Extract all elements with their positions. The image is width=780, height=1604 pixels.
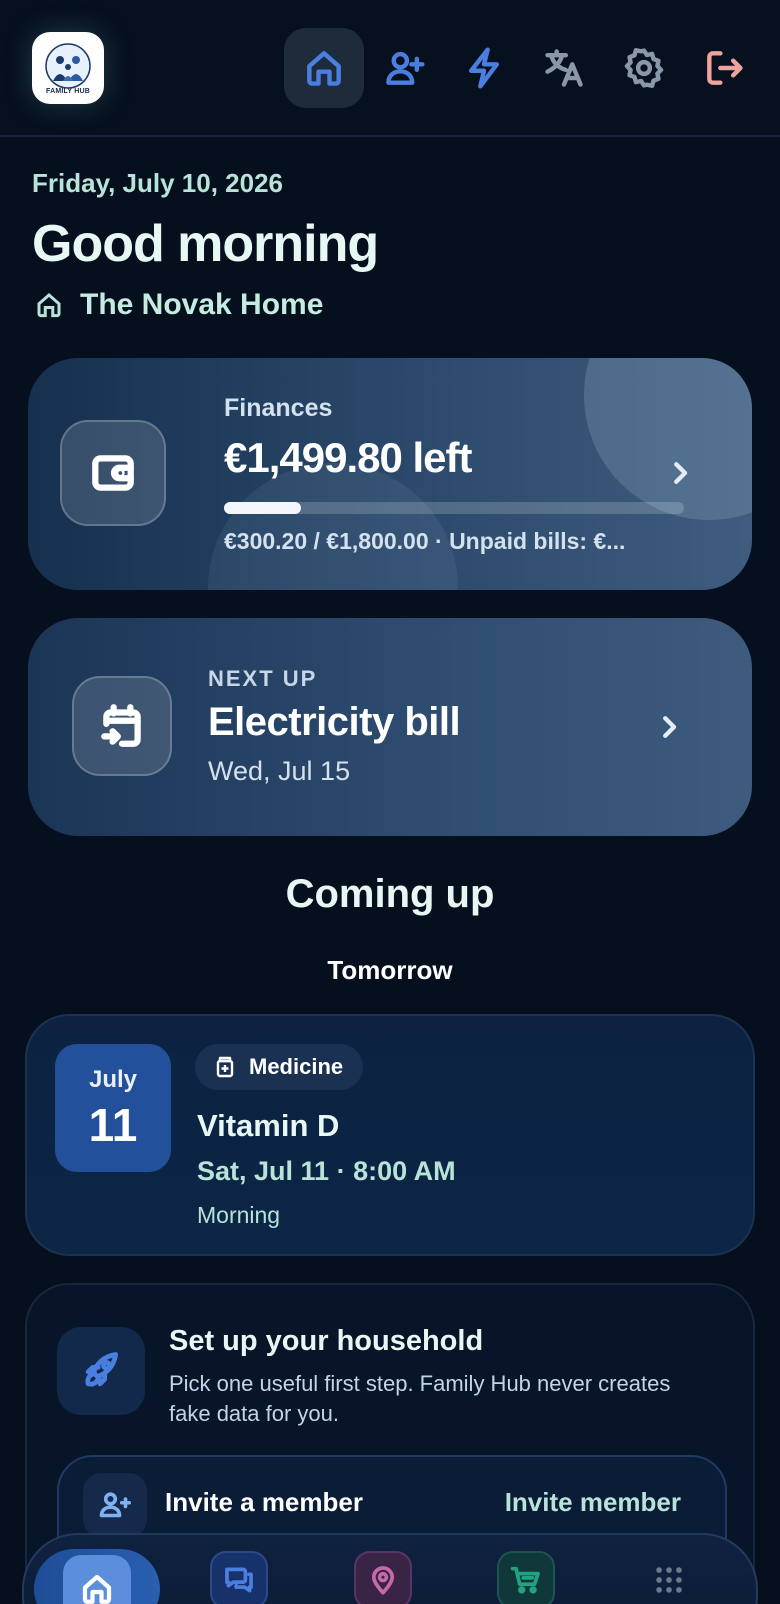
budget-progress-fill [224, 502, 301, 514]
home-icon [82, 1574, 112, 1604]
top-bar: FAMILY HUB [0, 0, 780, 137]
household-name: The Novak Home [80, 288, 324, 321]
app-logo[interactable]: FAMILY HUB [32, 32, 104, 104]
coming-up-heading: Coming up [285, 872, 495, 916]
decorative-circle [584, 358, 752, 520]
decorative-circle [208, 463, 458, 590]
next-up-icon-box [72, 676, 172, 776]
logo-label: FAMILY HUB [45, 88, 90, 95]
cart-icon [510, 1566, 540, 1594]
rocket-icon [85, 1352, 119, 1387]
finances-icon-box [60, 420, 166, 526]
event-card[interactable]: July 11 Medicine Vitamin D Sat, Jul 11 ·… [25, 1014, 755, 1256]
chevron-right-icon [665, 458, 695, 488]
event-month: July [88, 1066, 138, 1093]
nav-home-button[interactable] [284, 28, 364, 108]
invite-step-label: Invite a member [165, 1487, 363, 1517]
event-category-label: Medicine [249, 1054, 344, 1079]
setup-icon-box [57, 1327, 145, 1415]
greeting-heading: Good morning [32, 215, 379, 273]
next-up-date: Wed, Jul 15 [208, 756, 351, 786]
home-icon [37, 293, 61, 318]
budget-progress-bar [224, 502, 684, 514]
next-up-kicker: NEXT UP [208, 666, 318, 691]
nav-quick-actions-button[interactable] [444, 28, 524, 108]
bottom-nav-location[interactable] [354, 1551, 412, 1604]
bottom-nav-shopping[interactable] [497, 1551, 555, 1604]
event-note: Morning [197, 1202, 281, 1228]
finances-summary: €300.20 / €1,800.00 · Unpaid bills: €... [224, 528, 626, 554]
calendar-arrow-icon [101, 704, 141, 747]
location-pin-icon [371, 1566, 395, 1595]
add-users-icon [99, 1492, 132, 1518]
event-category-chip: Medicine [195, 1044, 364, 1090]
bottom-nav-home-icon-box [63, 1555, 131, 1604]
setup-description: Pick one useful first step. Family Hub n… [169, 1371, 671, 1426]
event-time: Sat, Jul 11 · 8:00 AM [197, 1156, 456, 1186]
finances-card[interactable]: Finances €1,499.80 left €300.20 / €1,800… [28, 358, 752, 590]
home-icon [307, 51, 341, 86]
family-logo-icon [45, 43, 91, 89]
next-up-title: Electricity bill [208, 700, 461, 744]
invite-member-link[interactable]: Invite member [505, 1487, 681, 1518]
setup-title: Set up your household [169, 1325, 484, 1357]
nav-add-member-button[interactable] [364, 28, 444, 108]
nav-logout-button[interactable] [684, 28, 764, 108]
nav-language-button[interactable] [524, 28, 604, 108]
event-title: Vitamin D [197, 1108, 340, 1143]
logout-icon [707, 51, 743, 85]
household-name-row: The Novak Home [34, 288, 323, 322]
lightning-icon [468, 47, 500, 89]
event-day: 11 [88, 1099, 138, 1151]
invite-icon-box [83, 1473, 147, 1537]
gear-icon [624, 48, 664, 88]
medicine-icon [216, 1056, 234, 1078]
event-date-badge: July 11 [55, 1044, 171, 1172]
bottom-nav-home[interactable] [34, 1549, 160, 1604]
translate-icon [545, 49, 583, 87]
coming-up-group-label: Tomorrow [327, 955, 453, 985]
finances-amount-left: €1,499.80 left [224, 434, 473, 481]
chat-icon [225, 1567, 253, 1593]
finances-label: Finances [224, 394, 333, 422]
apps-grid-icon [656, 1567, 682, 1593]
nav-settings-button[interactable] [604, 28, 684, 108]
bottom-nav-chat[interactable] [210, 1551, 268, 1604]
wallet-icon [92, 455, 134, 491]
next-up-card[interactable]: NEXT UP Electricity bill Wed, Jul 15 [28, 618, 752, 836]
chevron-right-icon [654, 712, 684, 742]
bottom-nav-more[interactable] [640, 1551, 698, 1604]
current-date: Friday, July 10, 2026 [32, 168, 283, 198]
add-user-icon [386, 51, 425, 85]
bottom-navigation [22, 1533, 758, 1604]
